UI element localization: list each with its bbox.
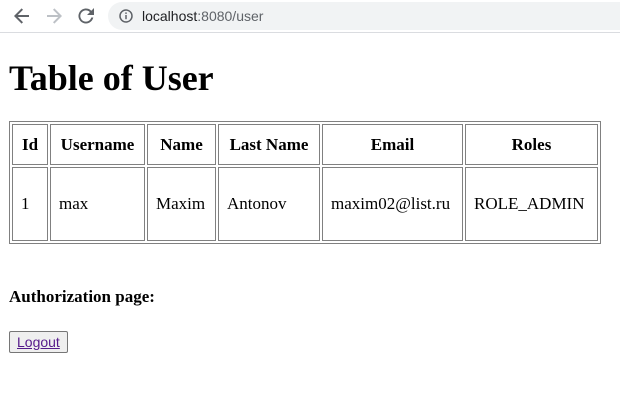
- authorization-heading: Authorization page:: [9, 287, 155, 306]
- arrow-left-icon: [14, 8, 29, 24]
- cell-email: maxim02@list.ru: [322, 167, 463, 241]
- column-header-name: Name: [147, 124, 216, 165]
- column-header-username: Username: [50, 124, 145, 165]
- user-table: Id Username Name Last Name Email Roles 1…: [9, 121, 601, 244]
- table-header-row: Id Username Name Last Name Email Roles: [12, 124, 598, 165]
- address-bar[interactable]: localhost:8080/user: [108, 2, 620, 30]
- cell-id: 1: [12, 167, 48, 241]
- reload-button[interactable]: [74, 4, 98, 28]
- cell-last-name: Antonov: [218, 167, 320, 241]
- page-title: Table of User: [9, 58, 214, 98]
- info-icon[interactable]: [119, 9, 133, 23]
- url-host: localhost: [142, 8, 198, 24]
- table-row: 1 max Maxim Antonov maxim02@list.ru ROLE…: [12, 167, 598, 241]
- cell-username: max: [50, 167, 145, 241]
- back-button[interactable]: [10, 4, 34, 28]
- reload-icon: [78, 8, 94, 24]
- logout-button[interactable]: Logout: [9, 331, 68, 353]
- cell-roles: ROLE_ADMIN: [465, 167, 598, 241]
- column-header-email: Email: [322, 124, 463, 165]
- url-path: :8080/user: [197, 8, 264, 24]
- forward-button[interactable]: [42, 4, 66, 28]
- column-header-id: Id: [12, 124, 48, 165]
- cell-name: Maxim: [147, 167, 216, 241]
- browser-toolbar: localhost:8080/user: [0, 0, 620, 33]
- column-header-roles: Roles: [465, 124, 598, 165]
- arrow-right-icon: [47, 8, 62, 24]
- url-text[interactable]: localhost:8080/user: [142, 8, 263, 24]
- column-header-last-name: Last Name: [218, 124, 320, 165]
